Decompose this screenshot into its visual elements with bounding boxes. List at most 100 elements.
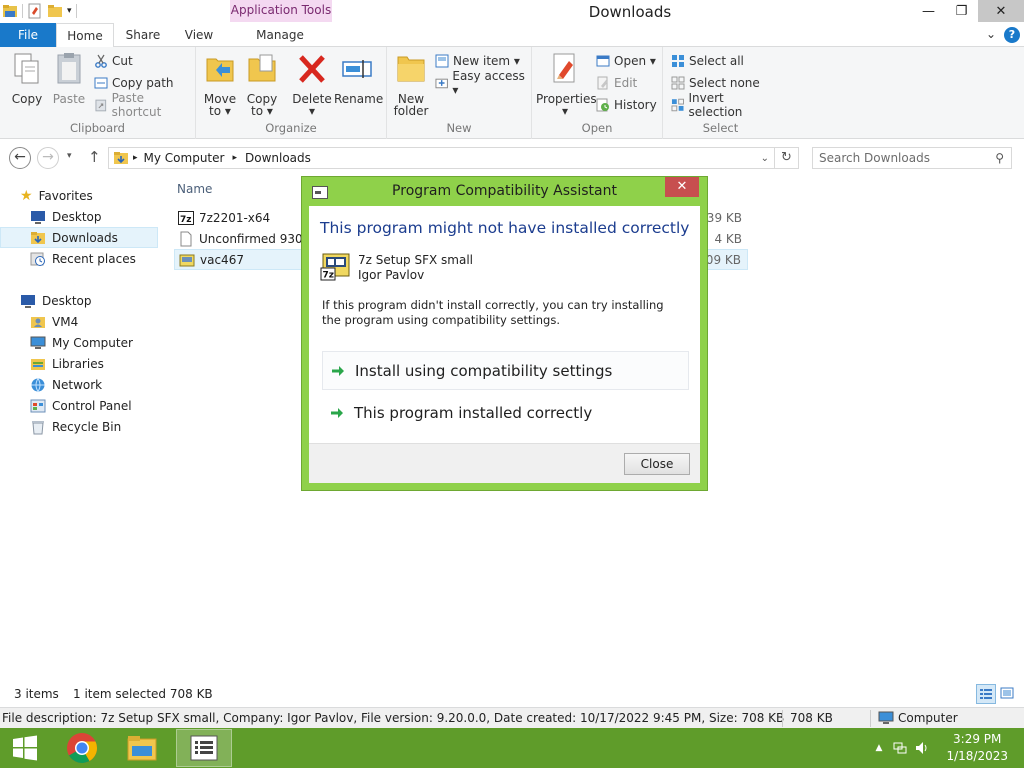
nav-desktop-label: Desktop xyxy=(42,293,92,308)
nav-libraries[interactable]: Libraries xyxy=(0,353,158,374)
taskbar-file-explorer[interactable] xyxy=(114,729,170,767)
installed-correctly-label: This program installed correctly xyxy=(354,403,593,422)
installer-icon xyxy=(179,254,195,266)
address-dropdown-icon[interactable]: ⌄ xyxy=(761,153,769,164)
installed-correctly-option[interactable]: This program installed correctly xyxy=(322,393,689,432)
expand-ribbon-icon[interactable]: ⌄ xyxy=(986,27,996,43)
forward-button[interactable]: → xyxy=(37,147,59,169)
nav-fav-downloads[interactable]: Downloads xyxy=(0,227,158,248)
maximize-button[interactable]: ❐ xyxy=(945,0,978,22)
edit-button[interactable]: Edit xyxy=(596,73,637,93)
search-input[interactable] xyxy=(819,151,989,165)
nav-fav-recent-label: Recent places xyxy=(52,251,136,266)
search-icon[interactable]: ⚲ xyxy=(995,151,1004,165)
breadcrumb-my-computer[interactable]: My Computer xyxy=(144,151,225,165)
dialog-message: If this program didn't install correctly… xyxy=(322,298,664,327)
show-hidden-icons-icon[interactable]: ▲ xyxy=(876,743,883,753)
properties-qat-icon[interactable] xyxy=(27,3,43,19)
dialog-close-icon[interactable]: ✕ xyxy=(665,177,699,197)
minimize-button[interactable]: — xyxy=(912,0,945,22)
view-buttons xyxy=(976,684,1018,704)
nav-recycle-bin-label: Recycle Bin xyxy=(52,419,122,434)
clipboard-group-label: Clipboard xyxy=(70,121,125,135)
explorer-icon[interactable] xyxy=(2,3,18,19)
dialog-body: This program might not have installed co… xyxy=(309,206,700,443)
nav-network[interactable]: Network xyxy=(0,374,158,395)
tab-manage[interactable]: Manage xyxy=(236,23,324,47)
cut-button[interactable]: Cut xyxy=(94,51,133,71)
qat-dropdown-icon[interactable]: ▾ xyxy=(67,6,72,16)
program-name: 7z Setup SFX small xyxy=(358,253,474,267)
address-bar[interactable]: ▸ My Computer ▸ Downloads ⌄ xyxy=(108,147,775,169)
taskbar-compatibility-assistant[interactable] xyxy=(176,729,232,767)
history-label: History xyxy=(614,98,657,112)
invert-selection-button[interactable]: Invert selection xyxy=(671,91,778,119)
windows-logo-icon xyxy=(13,735,37,761)
nav-fav-recent-places[interactable]: Recent places xyxy=(0,248,158,269)
clock[interactable]: 3:29 PM 1/18/2023 xyxy=(946,731,1008,765)
start-button[interactable] xyxy=(0,728,50,768)
file-description: File description: 7z Setup SFX small, Co… xyxy=(2,711,785,725)
nav-desktop[interactable]: Desktop xyxy=(0,290,158,311)
nav-control-panel-label: Control Panel xyxy=(52,398,132,413)
easy-access-label: Easy access ▾ xyxy=(452,69,525,97)
network-tray-icon[interactable] xyxy=(892,740,908,756)
nav-control-panel[interactable]: Control Panel xyxy=(0,395,158,416)
nav-vm4[interactable]: VM4 xyxy=(0,311,158,332)
copy-icon xyxy=(14,53,39,84)
tab-view[interactable]: View xyxy=(172,23,226,47)
recycle-bin-icon xyxy=(32,420,44,434)
paste-button[interactable]: Paste xyxy=(50,51,88,106)
group-open: Properties ▾ Open ▾ Edit History Open xyxy=(532,47,663,139)
column-header-name[interactable]: Name xyxy=(177,182,212,196)
nav-my-computer[interactable]: My Computer xyxy=(0,332,158,353)
up-button[interactable]: ↑ xyxy=(88,148,101,166)
breadcrumb-sep-icon[interactable]: ▸ xyxy=(133,153,138,163)
nav-favorites[interactable]: ★ Favorites xyxy=(20,185,150,206)
easy-access-button[interactable]: Easy access ▾ xyxy=(435,69,531,97)
tab-file[interactable]: File xyxy=(0,23,56,47)
delete-button[interactable]: Delete ▾ xyxy=(292,51,332,118)
clock-time: 3:29 PM xyxy=(953,732,1002,746)
details-view-icon[interactable] xyxy=(976,684,996,704)
paste-shortcut-button[interactable]: Paste shortcut xyxy=(94,91,195,119)
new-item-button[interactable]: New item ▾ xyxy=(435,51,520,71)
close-window-button[interactable]: ✕ xyxy=(978,0,1024,22)
nav-recycle-bin[interactable]: Recycle Bin xyxy=(0,416,158,437)
copy-path-button[interactable]: Copy path xyxy=(94,73,174,93)
properties-icon xyxy=(553,53,575,83)
taskbar-chrome[interactable] xyxy=(54,729,110,767)
refresh-button[interactable]: ↻ xyxy=(775,147,799,169)
dialog-close-button[interactable]: Close xyxy=(624,453,690,475)
properties-button[interactable]: Properties ▾ xyxy=(536,51,597,118)
tab-home[interactable]: Home xyxy=(56,23,114,48)
copy-button[interactable]: Copy xyxy=(8,51,46,106)
back-button[interactable]: ← xyxy=(9,147,31,169)
install-compatibility-option[interactable]: Install using compatibility settings xyxy=(322,351,689,390)
recent-locations-dropdown-icon[interactable]: ▾ xyxy=(67,151,72,161)
select-none-icon xyxy=(671,76,685,90)
new-item-label: New item ▾ xyxy=(453,54,520,68)
help-icon[interactable]: ? xyxy=(1004,27,1020,43)
tab-share[interactable]: Share xyxy=(116,23,170,47)
dialog-title-bar[interactable]: Program Compatibility Assistant ✕ xyxy=(302,177,707,206)
copy-to-icon xyxy=(248,54,276,82)
ribbon: Copy Paste Cut Copy path Paste shortcut … xyxy=(0,47,1024,139)
copy-to-button[interactable]: Copy to ▾ xyxy=(244,51,280,118)
breadcrumb-sep-icon[interactable]: ▸ xyxy=(232,153,237,163)
move-to-button[interactable]: Move to ▾ xyxy=(202,51,238,118)
new-folder-button[interactable]: New folder xyxy=(393,51,429,118)
new-folder-qat-icon[interactable] xyxy=(47,3,63,19)
breadcrumb-downloads[interactable]: Downloads xyxy=(245,151,311,165)
large-icons-view-icon[interactable] xyxy=(998,684,1018,704)
open-button[interactable]: Open ▾ xyxy=(596,51,656,71)
desktop-icon xyxy=(31,210,45,224)
search-box[interactable]: ⚲ xyxy=(812,147,1012,169)
select-none-button[interactable]: Select none xyxy=(671,73,760,93)
select-all-button[interactable]: Select all xyxy=(671,51,744,71)
paste-label: Paste xyxy=(52,92,86,106)
history-button[interactable]: History xyxy=(596,95,657,115)
rename-button[interactable]: Rename xyxy=(334,51,383,106)
volume-icon[interactable] xyxy=(914,740,930,756)
nav-fav-desktop[interactable]: Desktop xyxy=(0,206,158,227)
